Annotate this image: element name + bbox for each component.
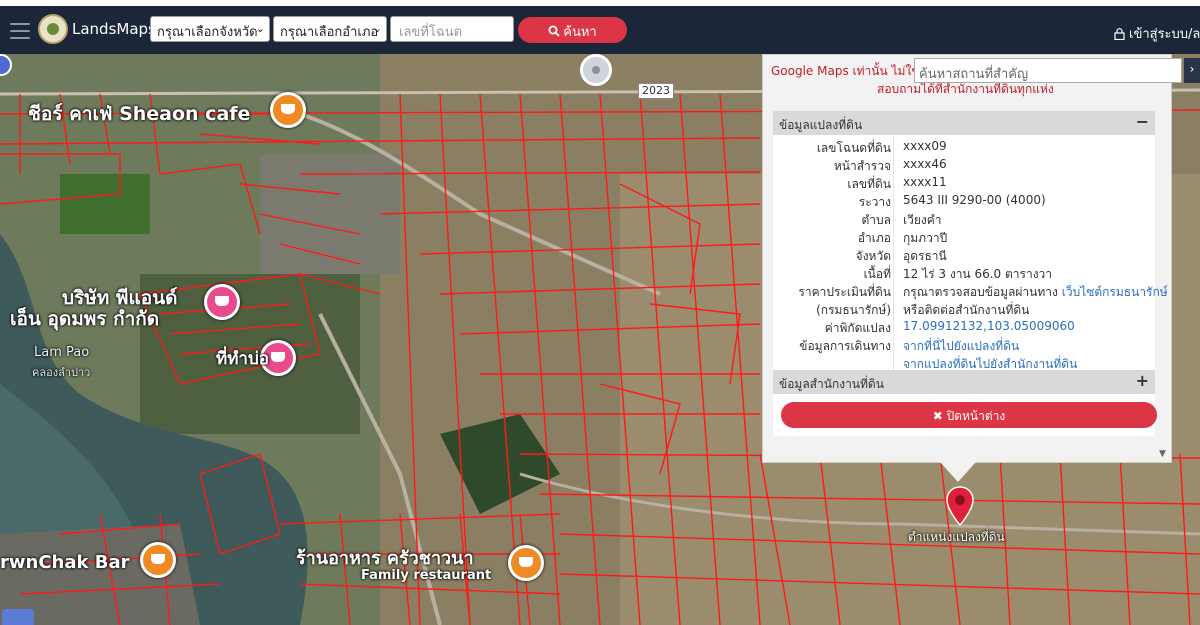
detail-row: หน้าสำรวจ xxxx46 [773, 155, 1155, 173]
section-parcel-title: ข้อมูลแปลงที่ดิน [779, 118, 863, 132]
detail-row: เลขโฉนดที่ดิน xxxx09 [773, 137, 1155, 155]
section-office-title: ข้อมูลสำนักงานที่ดิน [779, 377, 884, 391]
search-button-label: ค้นหา [563, 25, 597, 40]
parcel-info-popup: Google Maps เท่านั้น ไม่ใช่ห สอบถามได้ที… [762, 54, 1172, 463]
place-pin-icon[interactable] [580, 54, 612, 86]
chevron-down-icon: ⌄ [255, 22, 265, 35]
district-select-value: กรุณาเลือกอำเภอ [280, 25, 379, 40]
road-number-label: 2023 [638, 83, 674, 99]
google-maps-note: Google Maps เท่านั้น ไม่ใช่ห [771, 64, 928, 78]
map-tool-button[interactable] [2, 609, 34, 625]
detail-row: ราคาประเมินที่ดิน กรุณาตรวจสอบข้อมูลผ่านท… [773, 281, 1167, 299]
chevron-down-icon: ⌄ [372, 22, 382, 35]
brand-name: LandsMaps [72, 20, 156, 38]
treasury-website-link[interactable]: เว็บไซต์กรมธนารักษ์ [1062, 285, 1168, 299]
search-button[interactable]: ค้นหา [518, 17, 627, 43]
detail-row: ข้อมูลการเดินทาง จากที่นี่ไปยังแปลงที่ดิน [773, 335, 1155, 353]
poi-label-bar: rwnChak Bar [0, 552, 130, 573]
poi-label-sheaon-cafe: ชีอร์ คาเฟ่ Sheaon cafe [28, 103, 251, 125]
popup-pointer [940, 462, 976, 482]
detail-value: xxxx09 [903, 139, 947, 153]
company-poi-icon[interactable] [204, 284, 240, 320]
parcel-marker-icon[interactable] [946, 486, 974, 526]
menu-icon[interactable] [10, 23, 30, 39]
login-label: เข้าสู่ระบบ/ลง [1129, 27, 1200, 42]
detail-row: เนื้อที่ 12 ไร่ 3 งาน 66.0 ตารางวา [773, 263, 1155, 281]
coordinates-link[interactable]: 17.09912132,103.05009060 [903, 319, 1075, 333]
expand-icon[interactable]: + [1136, 371, 1149, 390]
poi-label-shop: ที่ทำบ่อ [216, 349, 269, 369]
place-search-button[interactable]: › [1184, 58, 1200, 83]
province-select[interactable]: กรุณาเลือกจังหวัด ⌄ [150, 16, 270, 42]
section-parcel-header[interactable]: ข้อมูลแปลงที่ดิน − [773, 111, 1155, 135]
bar-poi-icon[interactable] [140, 542, 176, 578]
login-link[interactable]: เข้าสู่ระบบ/ลง [1114, 23, 1200, 44]
appraisal-text: กรุณาตรวจสอบข้อมูลผ่านทาง [903, 285, 1058, 299]
detail-row: (กรมธนารักษ์) หรือติดต่อสำนักงานที่ดิน [773, 299, 1155, 317]
collapse-icon[interactable]: − [1136, 112, 1149, 131]
detail-row: เลขที่ดิน xxxx11 [773, 173, 1155, 191]
detail-value: 5643 III 9290-00 (4000) [903, 193, 1046, 207]
river-label: Lam Pao [34, 345, 90, 360]
poi-label-restaurant-en: Family restaurant [361, 568, 492, 583]
popup-scrollbar[interactable]: ▼ [1159, 59, 1167, 459]
section-office-header[interactable]: ข้อมูลสำนักงานที่ดิน + [773, 370, 1155, 394]
landsmaps-logo [38, 14, 68, 44]
place-search-input[interactable]: ค้นหาสถานที่สำคัญ [914, 58, 1182, 83]
detail-row: อำเภอ กุมภวาปี [773, 227, 1155, 245]
poi-label-company-line2: เอ็น อุดมพร กำกัด [10, 308, 160, 330]
district-select[interactable]: กรุณาเลือกอำเภอ ⌄ [273, 16, 387, 42]
detail-row: ค่าพิกัดแปลง 17.09912132,103.05009060 [773, 317, 1155, 335]
river-label-thai: คลองลำปาว [32, 366, 91, 379]
lock-icon [1114, 28, 1125, 41]
detail-row: ระวาง 5643 III 9290-00 (4000) [773, 191, 1155, 209]
detail-value: xxxx11 [903, 175, 947, 189]
cafe-poi-icon[interactable] [270, 92, 306, 128]
close-window-button[interactable]: ✖ ปิดหน้าต่าง [781, 402, 1157, 428]
close-area: ✖ ปิดหน้าต่าง [773, 394, 1157, 436]
search-icon [548, 25, 560, 37]
province-select-value: กรุณาเลือกจังหวัด [157, 25, 258, 40]
restaurant-poi-icon[interactable] [508, 545, 544, 581]
scroll-down-icon[interactable]: ▼ [1159, 449, 1166, 459]
top-navbar: LandsMaps กรุณาเลือกจังหวัด ⌄ กรุณาเลือกอ… [0, 0, 1200, 54]
detail-row: จากแปลงที่ดินไปยังสำนักงานที่ดิน [773, 353, 1155, 371]
parcel-position-label: ตำแหน่งแปลงที่ดิน [908, 530, 1005, 544]
deed-number-input[interactable]: เลขที่โฉนด [390, 16, 514, 42]
detail-value: xxxx46 [903, 157, 947, 171]
parcel-details: เลขโฉนดที่ดิน xxxx09 หน้าสำรวจ xxxx46 เลขท… [773, 135, 1168, 371]
detail-row: จังหวัด อุดรธานี [773, 245, 1155, 263]
detail-row: ตำบล เวียงคำ [773, 209, 1155, 227]
